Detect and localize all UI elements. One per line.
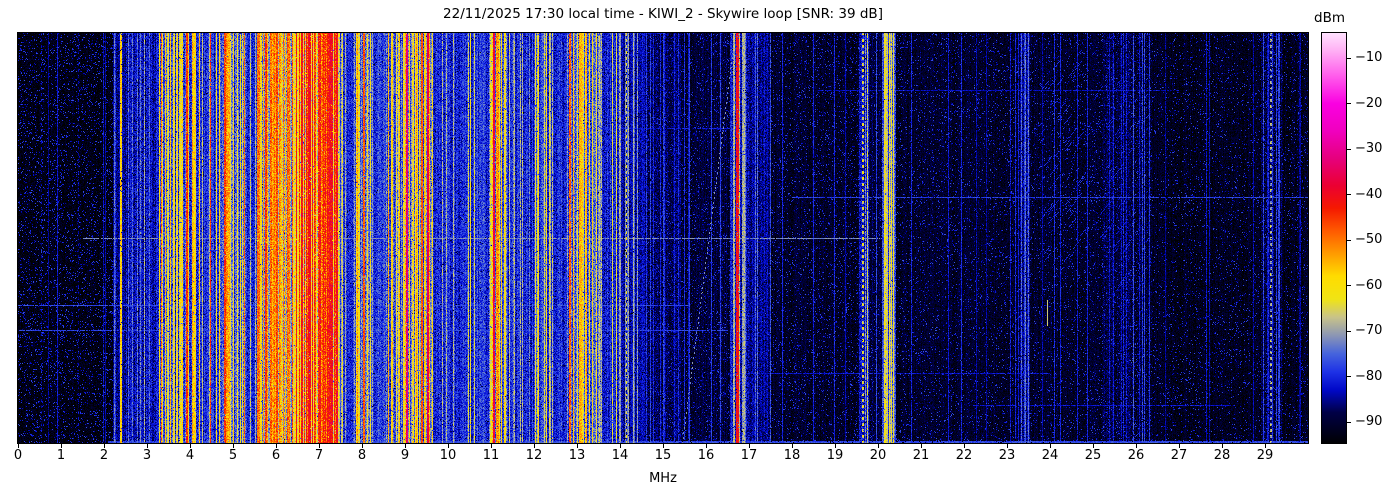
x-tick-label: 16	[697, 448, 715, 463]
x-tick-label: 29	[1256, 448, 1274, 463]
x-tick-label: 8	[357, 448, 367, 463]
colorbar-tick-mark	[1347, 330, 1351, 332]
x-tick-label: 13	[568, 448, 586, 463]
x-tick-label: 7	[314, 448, 324, 463]
x-tick-label: 1	[56, 448, 66, 463]
x-tick-label: 3	[142, 448, 152, 463]
colorbar-label: dBm	[1314, 10, 1345, 26]
x-tick-label: 23	[998, 448, 1016, 463]
x-tick-label: 4	[185, 448, 195, 463]
x-tick-label: 17	[740, 448, 758, 463]
x-tick-label: 27	[1170, 448, 1188, 463]
colorbar-tick-label: −10	[1355, 50, 1383, 66]
x-tick-label: 25	[1084, 448, 1102, 463]
colorbar-tick-mark	[1347, 421, 1351, 423]
colorbar-tick-mark	[1347, 376, 1351, 378]
x-tick-label: 28	[1213, 448, 1231, 463]
spectrogram-plot	[18, 33, 1308, 443]
colorbar-tick-label: −50	[1355, 232, 1383, 248]
colorbar-tick-mark	[1347, 57, 1351, 59]
colorbar	[1322, 33, 1346, 443]
colorbar-tick-label: −20	[1355, 95, 1383, 111]
x-tick-label: 18	[783, 448, 801, 463]
plot-title: 22/11/2025 17:30 local time - KIWI_2 - S…	[443, 6, 883, 22]
colorbar-tick-mark	[1347, 285, 1351, 287]
x-tick-label: 2	[99, 448, 109, 463]
x-axis-label: MHz	[649, 471, 677, 486]
colorbar-tick-label: −40	[1355, 186, 1383, 202]
x-tick-label: 9	[400, 448, 410, 463]
x-tick-label: 24	[1041, 448, 1059, 463]
colorbar-tick-mark	[1347, 194, 1351, 196]
x-tick-label: 14	[611, 448, 629, 463]
x-tick-label: 21	[912, 448, 930, 463]
colorbar-tick-mark	[1347, 239, 1351, 241]
x-tick-label: 19	[826, 448, 844, 463]
colorbar-tick-mark	[1347, 148, 1351, 150]
x-tick-label: 20	[869, 448, 887, 463]
x-tick-label: 6	[271, 448, 281, 463]
x-tick-label: 15	[654, 448, 672, 463]
x-tick-label: 26	[1127, 448, 1145, 463]
x-tick-label: 22	[955, 448, 973, 463]
colorbar-tick-label: −60	[1355, 277, 1383, 293]
spectrogram-figure: 22/11/2025 17:30 local time - KIWI_2 - S…	[0, 0, 1400, 500]
x-tick-label: 10	[439, 448, 457, 463]
colorbar-tick-mark	[1347, 103, 1351, 105]
colorbar-tick-label: −30	[1355, 141, 1383, 157]
colorbar-tick-label: −70	[1355, 323, 1383, 339]
x-tick-label: 5	[228, 448, 238, 463]
x-tick-label: 0	[13, 448, 23, 463]
x-tick-label: 12	[525, 448, 543, 463]
colorbar-tick-label: −80	[1355, 368, 1383, 384]
colorbar-tick-label: −90	[1355, 414, 1383, 430]
x-tick-label: 11	[482, 448, 500, 463]
